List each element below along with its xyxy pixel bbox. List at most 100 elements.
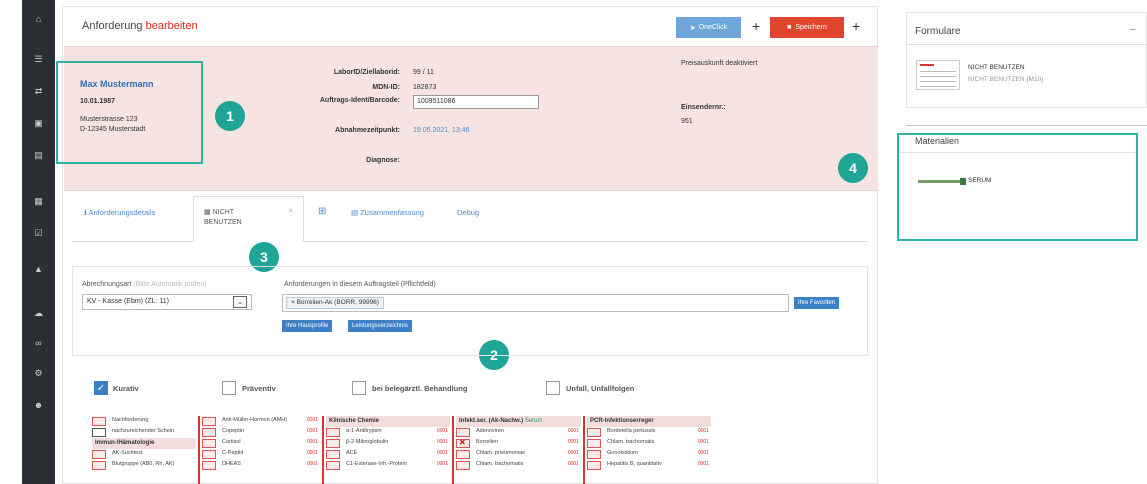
chevron-down-icon[interactable]: ⌄ [233, 296, 247, 308]
save-disk-icon[interactable]: ▦ [22, 194, 55, 208]
highlight-materials [897, 133, 1138, 241]
checkbox-praeventiv[interactable] [222, 381, 236, 395]
list-item[interactable]: Adenoviren 0001 [456, 427, 581, 438]
billing-type-label: Abrechnungsart (Bitte Automatik prüfen) [82, 281, 207, 288]
grid-divider [198, 416, 200, 484]
tab-nicht-benutzen[interactable]: ▦ NICHT BENUTZEN × [193, 196, 304, 242]
labid-value: 99 / 11 [413, 69, 434, 76]
summary-icon: ▤ [351, 208, 359, 217]
diagnosis-label: Diagnose: [366, 157, 400, 164]
transfer-icon[interactable]: ⇄ [22, 84, 55, 98]
oneclick-button[interactable]: ➤ OneClick [676, 17, 741, 38]
highlight-patient [56, 61, 203, 164]
form-thumbnail-icon[interactable] [916, 60, 960, 90]
add-tab-icon[interactable]: ⊞ [318, 206, 326, 217]
grid-column-5: PCR-Infektionserreger Bordetella pertuss… [587, 416, 711, 471]
users-icon[interactable]: ☻ [22, 398, 55, 412]
sampling-time-link[interactable]: 19.05.2021, 13:46 [413, 127, 469, 134]
list-item: Infekt.ser. (Ak-Nachw.) Serum [456, 416, 581, 427]
mdn-label: MDN-ID: [372, 84, 400, 91]
materials-header-divider [900, 152, 1136, 153]
materials-title: Materialien [915, 136, 960, 146]
service-directory-button[interactable]: Leistungsverzeichnis [348, 320, 412, 332]
checkbox-label-unfall: Unfall, Unfallfolgen [566, 384, 635, 393]
callout-marker-4: 4 [838, 153, 868, 183]
checkbox-label-belegarzt: bei belegärztl. Behandlung [372, 384, 468, 393]
list-item[interactable]: Anti-Müller-Hormon (AMH) 0001 [202, 416, 320, 427]
list-item[interactable]: Copeptin 0001 [202, 427, 320, 438]
grid-section-header: PCR-Infektionserreger [587, 416, 711, 427]
list-item[interactable]: Gonokokken 0001 [587, 449, 711, 460]
checkbox-label-kurativ: Kurativ [113, 384, 139, 393]
home-icon[interactable]: ⌂ [22, 12, 55, 26]
cursor-icon: ➤ [689, 24, 696, 32]
grid-column-4: Infekt.ser. (Ak-Nachw.) Serum Adenoviren… [456, 416, 581, 471]
list-item[interactable]: Bordetella pertussis 0001 [587, 427, 711, 438]
cloud-icon[interactable]: ☁ [22, 306, 55, 320]
list-item[interactable]: C1-Esterase-Inh.-Protein 0001 [326, 460, 450, 471]
tab-summary[interactable]: ▤ Zusammenfassung [351, 208, 424, 217]
list-item[interactable]: β-2-Mikroglobulin 0001 [326, 438, 450, 449]
grid-column-1: Nachforderung nachzureichender Schein Im… [92, 416, 196, 471]
material-name[interactable]: SERUM [968, 177, 991, 184]
list-item[interactable]: DHEAS 0001 [202, 460, 320, 471]
grid-column-3: Klinische Chemie α-1-Antitrypsin 0001 β-2… [326, 416, 450, 471]
list-item[interactable]: ACE 0001 [326, 449, 450, 460]
form-subtitle: NICHT BENUTZEN (M10) [968, 76, 1044, 83]
house-profiles-button[interactable]: Ihre Hausprofile [282, 320, 333, 332]
add-save-button[interactable]: + [852, 18, 860, 34]
link-icon[interactable]: ∞ [22, 336, 55, 350]
tab-details[interactable]: ℹ Anforderungsdetails [84, 208, 155, 217]
list-item[interactable]: Borrelien0001 [456, 438, 581, 449]
list-item[interactable]: Cortisol 0001 [202, 438, 320, 449]
checklist-icon[interactable]: ☑ [22, 226, 55, 240]
list-item[interactable]: Hepatitis B, quantitativ 0001 [587, 460, 711, 471]
tab-label-line1: NICHT [212, 209, 234, 216]
list-item[interactable]: Nachforderung [92, 416, 196, 427]
labid-label: LaborID/Ziellaborid: [333, 69, 400, 76]
list-item[interactable]: Chlam. trachomatis 0001 [587, 438, 711, 449]
list-item[interactable]: α-1-Antitrypsin 0001 [326, 427, 450, 438]
list-item[interactable]: Chlam. trachomatis 0001 [456, 460, 581, 471]
tab-label-line2: BENUTZEN [204, 219, 242, 226]
list-item: Klinische Chemie [326, 416, 450, 427]
materials-divider [906, 125, 1147, 126]
list-icon[interactable]: ☰ [22, 52, 55, 66]
list-item[interactable]: nachzureichender Schein [92, 427, 196, 438]
forms-title: Formulare [915, 26, 961, 37]
save-button[interactable]: ■ Speichern [770, 17, 844, 38]
tabs-divider [72, 241, 868, 242]
checkbox-kurativ[interactable]: ✓ [94, 381, 108, 395]
grid-divider [452, 416, 454, 484]
checkbox-unfall[interactable] [546, 381, 560, 395]
billing-type-select[interactable]: KV - Kasse (Ebm) (ZL: 11) [82, 294, 252, 310]
add-oneclick-button[interactable]: + [752, 18, 760, 34]
list-item[interactable]: Chlam. pneumoniae 0001 [456, 449, 581, 460]
tab-debug[interactable]: Debug [457, 208, 479, 217]
list-item: Immun-/Hämatologie [92, 438, 196, 449]
settings-icon[interactable]: ⚙ [22, 366, 55, 380]
callout-marker-1: 1 [215, 101, 245, 131]
document-icon[interactable]: ▤ [22, 148, 55, 162]
forms-divider [906, 44, 1147, 45]
thumbs-up-icon[interactable]: ▲ [22, 262, 55, 276]
selected-request-tag[interactable]: × Borrelien-Ak (BORR, 99996) [286, 297, 384, 309]
grid-column-2: Anti-Müller-Hormon (AMH) 0001 Copeptin 000… [202, 416, 320, 471]
form-name[interactable]: NICHT BENUTZEN [968, 64, 1025, 71]
list-item[interactable]: C-Peptid 0001 [202, 449, 320, 460]
inbox-icon[interactable]: ▣ [22, 116, 55, 130]
barcode-label: Auftrags-Ident/Barcode: [319, 97, 400, 104]
sender-value: 951 [681, 118, 693, 125]
syringe-icon [918, 178, 966, 185]
close-tab-icon[interactable]: × [288, 206, 293, 215]
grid-section-header: Infekt.ser. (Ak-Nachw.) Serum [456, 416, 581, 427]
grid-section-header: Klinische Chemie [326, 416, 450, 427]
list-item[interactable]: Blutgruppe (AB0, Rh, AK) [92, 460, 196, 471]
collapse-icon[interactable]: – [1130, 24, 1136, 35]
barcode-input[interactable]: 1009511086 [413, 95, 539, 109]
page-title: Anforderung bearbeiten [82, 20, 198, 32]
mdn-value: 182873 [413, 84, 437, 91]
list-item[interactable]: AK-Suchtest [92, 449, 196, 460]
checkbox-belegarzt[interactable] [352, 381, 366, 395]
favorites-button[interactable]: Ihre Favoriten [794, 297, 840, 309]
